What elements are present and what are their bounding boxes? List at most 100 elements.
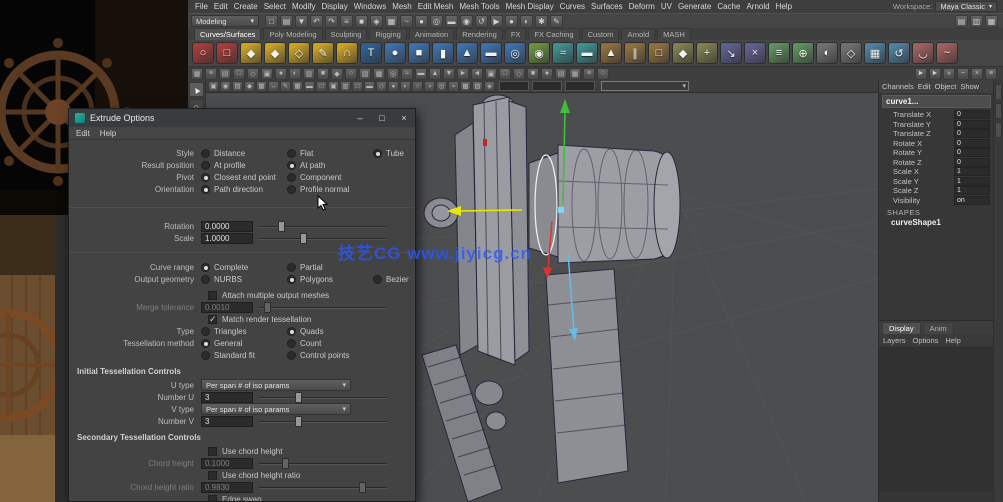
menu-item[interactable]: Help (773, 2, 795, 11)
undo-icon[interactable]: ↶ (310, 14, 323, 28)
radio-icon[interactable] (287, 350, 296, 360)
boundary-icon[interactable]: □ (648, 42, 670, 64)
u-type-dropdown[interactable]: Per span # of iso params ▾ (201, 379, 351, 391)
menu-item[interactable]: Deform (626, 2, 658, 11)
surface-fillet-icon[interactable]: ◡ (912, 42, 934, 64)
attribute-value-field[interactable]: 0 (954, 110, 990, 120)
channel-box-menu-item[interactable]: Channels (882, 82, 914, 91)
checkbox-icon[interactable] (208, 494, 217, 501)
use-chord-height-ratio-checkbox[interactable]: Use chord height ratio (208, 469, 415, 481)
shelf-tab[interactable]: Arnold (621, 28, 656, 40)
toolbar-icon[interactable]: ◐ (289, 67, 301, 80)
redo-icon[interactable]: ↷ (325, 14, 338, 28)
toolbar-icon[interactable]: ▲ (429, 67, 441, 80)
select-by-hierarchy-icon[interactable]: ≡ (340, 14, 353, 28)
shelf-tab[interactable]: Poly Modeling (263, 28, 323, 40)
toolbar-icon[interactable]: ▼ (443, 67, 455, 80)
toolbar-icon[interactable]: ≈ (401, 67, 413, 80)
number-v-slider[interactable] (259, 415, 387, 427)
shelf-tab[interactable]: FX Caching (528, 28, 580, 40)
menu-item[interactable]: Mesh Tools (456, 2, 502, 11)
toolbar-icon[interactable]: ● (275, 67, 287, 80)
birail-icon[interactable]: ∥ (624, 42, 646, 64)
menu-item[interactable]: Mesh Display (503, 2, 557, 11)
toolbar-icon[interactable]: ≡ (583, 67, 595, 80)
snap-to-view-plane-icon[interactable]: ▬ (445, 14, 458, 28)
menu-item[interactable]: Display (319, 2, 351, 11)
paint-effects-icon[interactable]: ✎ (550, 14, 563, 28)
toolbar-icon[interactable]: ◎ (387, 67, 399, 80)
toolbar-icon[interactable]: ▣ (261, 67, 273, 80)
menu-item[interactable]: Edit (211, 2, 231, 11)
layer-editor-tab[interactable]: Anim (922, 322, 954, 334)
attach-multiple-checkbox[interactable]: Attach multiple output meshes (208, 289, 415, 301)
select-camera-icon[interactable]: ▣ (208, 80, 219, 92)
planar-icon[interactable]: ▬ (576, 42, 598, 64)
ipr-render-icon[interactable]: ◐ (520, 14, 533, 28)
nurbs-torus-icon[interactable]: ◎ (504, 42, 526, 64)
toolbar-icon[interactable]: ○ (597, 67, 609, 80)
grease-pencil-icon[interactable]: ✎ (280, 80, 291, 92)
tool-settings-tab-icon[interactable] (995, 103, 1002, 119)
nurbs-plane-icon[interactable]: ▬ (480, 42, 502, 64)
open-scene-icon[interactable]: ▤ (280, 14, 293, 28)
rotation-slider[interactable] (259, 220, 387, 232)
radio-icon[interactable] (201, 350, 210, 360)
checkbox-icon[interactable] (208, 446, 217, 456)
wireframe-icon[interactable]: ◇ (376, 80, 387, 92)
number-v-field[interactable]: 3 (201, 415, 253, 427)
nurbs-sphere-icon[interactable]: ● (384, 42, 406, 64)
save-scene-icon[interactable]: ▼ (295, 14, 308, 28)
shelf-tab[interactable]: Rigging (369, 28, 407, 40)
channel-speed-fast-icon[interactable]: » (943, 67, 955, 80)
checkbox-icon[interactable] (208, 470, 217, 480)
dialog-titlebar[interactable]: Extrude Options – □ × (69, 109, 415, 127)
channel-speed-medium-icon[interactable]: ► (929, 67, 941, 80)
toolbar-icon[interactable]: ● (541, 67, 553, 80)
channel-box-menu-item[interactable]: Object (935, 82, 957, 91)
shadows-icon[interactable]: ◑ (424, 80, 435, 92)
layer-editor-tab[interactable]: Display (882, 322, 921, 334)
snap-to-curve-icon[interactable]: ~ (400, 14, 413, 28)
toolbar-icon[interactable]: ◄ (471, 67, 483, 80)
snap-to-projected-center-icon[interactable]: ◎ (430, 14, 443, 28)
attribute-value-field[interactable]: 1 (954, 176, 990, 186)
pencil-curve-tool-icon[interactable]: ✎ (312, 42, 334, 64)
ep-curve-tool-icon[interactable]: ◆ (264, 42, 286, 64)
snap-to-point-icon[interactable]: ● (415, 14, 428, 28)
menu-item[interactable]: Arnold (743, 2, 772, 11)
toolbar-icon[interactable]: ▤ (219, 67, 231, 80)
menu-item[interactable]: Cache (714, 2, 743, 11)
channel-box-menu-item[interactable]: Edit (918, 82, 931, 91)
attribute-value-field[interactable]: 0 (954, 119, 990, 129)
project-curve-icon[interactable]: ↘ (720, 42, 742, 64)
radio-icon[interactable] (201, 338, 210, 348)
toolbar-icon[interactable]: ◇ (247, 67, 259, 80)
workspace-dropdown[interactable]: Maya Classic ▾ (935, 1, 997, 12)
ship-wheel-hub-model[interactable] (421, 94, 681, 502)
radio-icon[interactable] (201, 148, 210, 158)
v-type-dropdown[interactable]: Per span # of iso params ▾ (201, 403, 351, 415)
multisample-icon[interactable]: ▩ (460, 80, 471, 92)
show-attribute-editor-icon[interactable]: ▤ (955, 14, 968, 28)
2d-pan-zoom-icon[interactable]: ↔ (268, 80, 279, 92)
toolbar-icon[interactable]: ◆ (331, 67, 343, 80)
shaded-icon[interactable]: ● (388, 80, 399, 92)
open-render-view-icon[interactable]: ▶ (490, 14, 503, 28)
freeform-fillet-icon[interactable]: ~ (936, 42, 958, 64)
radio-icon[interactable] (201, 184, 210, 194)
toolbar-icon[interactable]: ▦ (569, 67, 581, 80)
menu-item[interactable]: File (192, 2, 211, 11)
match-render-checkbox[interactable]: Match render tessellation (208, 313, 415, 325)
close-button[interactable]: × (393, 109, 415, 127)
screen-space-ao-icon[interactable]: ◎ (436, 80, 447, 92)
menu-item[interactable]: Mesh (389, 2, 415, 11)
grid-icon[interactable]: ▦ (292, 80, 303, 92)
radio-icon[interactable] (287, 160, 296, 170)
motion-blur-icon[interactable]: ≈ (448, 80, 459, 92)
revolve-icon[interactable]: ◉ (528, 42, 550, 64)
nurbs-cube-icon[interactable]: ■ (408, 42, 430, 64)
manipulator-center-handle[interactable] (558, 207, 564, 213)
viewport-input-field[interactable]: ▾ (601, 81, 689, 91)
render-current-frame-icon[interactable]: ● (505, 14, 518, 28)
